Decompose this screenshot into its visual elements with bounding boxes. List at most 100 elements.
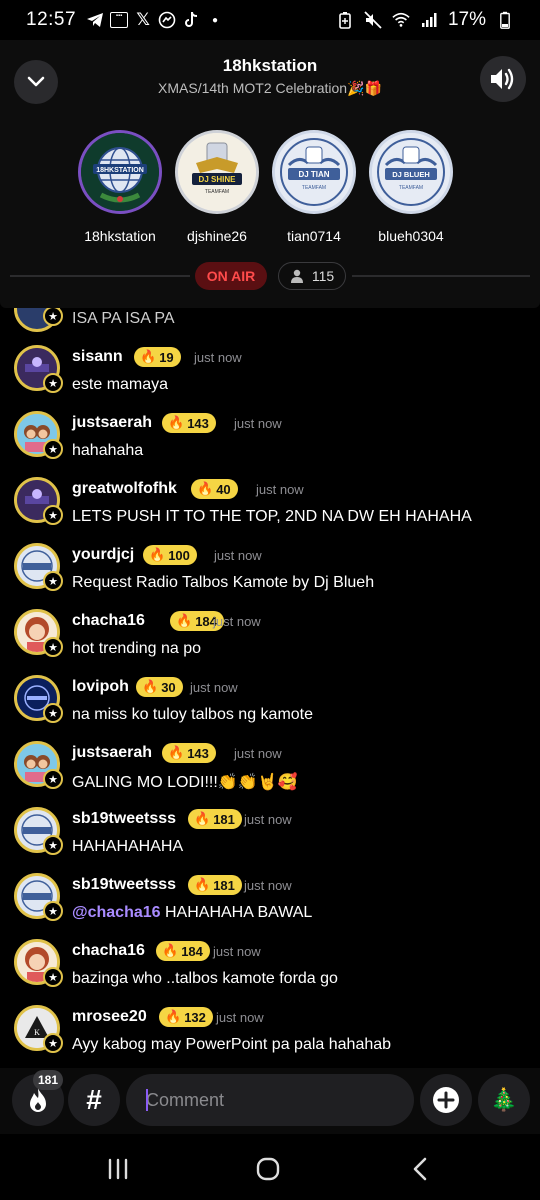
- add-button[interactable]: [420, 1074, 472, 1126]
- message-text: @chacha16 HAHAHAHA BAWAL: [72, 904, 313, 921]
- host-avatar: DJ BLUEH TEAMFAM: [369, 130, 453, 214]
- x-icon: 𝕏: [136, 10, 150, 29]
- host-name: tian0714: [287, 228, 341, 244]
- host-list: 18HKSTATION 18hkstation DJ SHINE TEAMFAM…: [78, 130, 453, 244]
- gift-tree-button[interactable]: 🎄: [478, 1074, 530, 1126]
- chat-message: ★ lovipoh 🔥 30 just now na miss ko tuloy …: [14, 675, 534, 741]
- level-badge: 🔥 143: [162, 743, 216, 763]
- level-badge: 🔥 143: [162, 413, 216, 433]
- comment-input[interactable]: [126, 1074, 414, 1126]
- fire-icon: 🔥: [168, 415, 185, 430]
- username[interactable]: justsaerah: [72, 744, 152, 762]
- level-badge: 🔥 40: [191, 479, 238, 499]
- dj-badge-icon: DJ SHINE TEAMFAM: [178, 133, 256, 211]
- message-text: este mamaya: [72, 376, 169, 393]
- fire-icon: 🔥: [149, 547, 166, 562]
- news-icon: ▪▪▪: [110, 11, 129, 29]
- timestamp: just now: [216, 1010, 264, 1025]
- globe-logo-icon: 18HKSTATION: [81, 133, 159, 211]
- host-name: djshine26: [187, 228, 247, 244]
- host-avatar: 18HKSTATION: [78, 130, 162, 214]
- host-blueh0304[interactable]: DJ BLUEH TEAMFAM blueh0304: [369, 130, 453, 244]
- host-logo-text: DJ TIAN: [298, 170, 329, 179]
- star-badge-icon: ★: [43, 373, 63, 393]
- username[interactable]: justsaerah: [72, 414, 152, 432]
- chat-message: ★ sisann 🔥 19 just now este mamaya: [14, 345, 534, 411]
- host-logo-text: DJ BLUEH: [392, 170, 430, 179]
- host-logo-text: 18HKSTATION: [96, 167, 144, 174]
- flame-icon: [30, 1088, 46, 1112]
- star-badge-icon: ★: [43, 835, 63, 855]
- comment-bar: 181 # 🎄: [0, 1068, 540, 1134]
- hashtag-button[interactable]: #: [68, 1074, 120, 1126]
- username[interactable]: chacha16: [72, 612, 145, 630]
- mute-icon: [364, 11, 382, 29]
- chat-message: ★ sb19tweetsss 🔥 181 just now @chacha16 H…: [14, 873, 534, 939]
- level-badge: 🔥 181: [188, 809, 242, 829]
- home-icon: [256, 1157, 280, 1181]
- tiktok-icon: [182, 11, 200, 29]
- home-button[interactable]: [238, 1152, 298, 1186]
- chat-message: ★ chacha16 🔥 184 just now bazinga who ..t…: [14, 939, 534, 1005]
- svg-text:TEAMFAM: TEAMFAM: [302, 185, 326, 191]
- broadcast-status-row: ON AIR 115: [0, 260, 540, 292]
- host-tian0714[interactable]: DJ TIAN TEAMFAM tian0714: [272, 130, 356, 244]
- dot-icon: ●: [212, 14, 219, 26]
- star-badge-icon: ★: [43, 1033, 63, 1053]
- message-text: Ayy kabog may PowerPoint pa pala hahahab: [72, 1036, 392, 1053]
- battery-icon: [496, 11, 514, 29]
- listener-count-button[interactable]: 115: [278, 262, 346, 290]
- svg-text:TEAMFAM: TEAMFAM: [399, 185, 423, 191]
- timestamp: just now: [244, 812, 292, 827]
- chat-message: ★ chacha16 🔥 184 just now hot trending na…: [14, 609, 534, 675]
- username[interactable]: sb19tweetsss: [72, 876, 176, 894]
- status-bar: 12:57 ▪▪▪ 𝕏 ● 17%: [0, 0, 540, 40]
- level-badge: 🔥 132: [159, 1007, 213, 1027]
- mention-link[interactable]: @chacha16: [72, 904, 161, 921]
- fire-icon: 🔥: [197, 481, 214, 496]
- person-icon: [290, 269, 303, 283]
- fire-icon: 🔥: [176, 613, 193, 628]
- host-name: blueh0304: [378, 228, 444, 244]
- fire-icon: 🔥: [162, 943, 179, 958]
- host-djshine26[interactable]: DJ SHINE TEAMFAM djshine26: [175, 130, 259, 244]
- star-badge-icon: ★: [43, 703, 63, 723]
- notification-icons: ▪▪▪ 𝕏 ●: [86, 10, 224, 29]
- username[interactable]: chacha16: [72, 942, 145, 960]
- fire-count-badge: 181: [33, 1070, 64, 1090]
- fire-icon: 🔥: [165, 1009, 182, 1024]
- battery-percent: 17%: [447, 9, 486, 30]
- star-badge-icon: ★: [43, 571, 63, 591]
- message-text: hot trending na po: [72, 640, 201, 657]
- svg-text:K: K: [34, 1028, 40, 1037]
- system-icons: 17%: [336, 9, 514, 31]
- message-text: hahahaha: [72, 442, 144, 459]
- timestamp: just now: [234, 746, 282, 761]
- username[interactable]: sisann: [72, 348, 123, 366]
- timestamp: just now: [256, 482, 304, 497]
- host-name: 18hkstation: [84, 228, 156, 244]
- timestamp: just now: [214, 548, 262, 563]
- host-18hkstation[interactable]: 18HKSTATION 18hkstation: [78, 130, 162, 244]
- christmas-tree-icon: 🎄: [490, 1087, 518, 1112]
- recent-apps-button[interactable]: [88, 1152, 148, 1186]
- station-header: 18hkstation XMAS/14th MOT2 Celebration🎉🎁…: [0, 40, 540, 308]
- station-title: 18hkstation: [222, 56, 318, 75]
- message-text: LETS PUSH IT TO THE TOP, 2ND NA DW EH HA…: [72, 508, 472, 525]
- username[interactable]: lovipoh: [72, 678, 129, 696]
- chat-message: ★ yourdjcj 🔥 100 just now Request Radio T…: [14, 543, 534, 609]
- sound-button[interactable]: [480, 56, 526, 102]
- back-button[interactable]: [390, 1152, 450, 1186]
- username[interactable]: greatwolfofhk: [72, 480, 177, 498]
- fire-icon: 🔥: [168, 745, 185, 760]
- username[interactable]: yourdjcj: [72, 546, 134, 564]
- level-badge: 🔥 30: [136, 677, 183, 697]
- star-badge-icon: ★: [43, 901, 63, 921]
- username[interactable]: sb19tweetsss: [72, 810, 176, 828]
- host-logo-text: DJ SHINE: [199, 175, 237, 184]
- chat-feed[interactable]: ★ ISA PA ISA PA ★ sisann 🔥 19 just now es…: [0, 308, 540, 1068]
- host-avatar: DJ SHINE TEAMFAM: [175, 130, 259, 214]
- message-text: HAHAHAHAHA: [72, 838, 184, 855]
- username[interactable]: mrosee20: [72, 1008, 147, 1026]
- chat-message: ★ justsaerah 🔥 143 just now hahahaha: [14, 411, 534, 477]
